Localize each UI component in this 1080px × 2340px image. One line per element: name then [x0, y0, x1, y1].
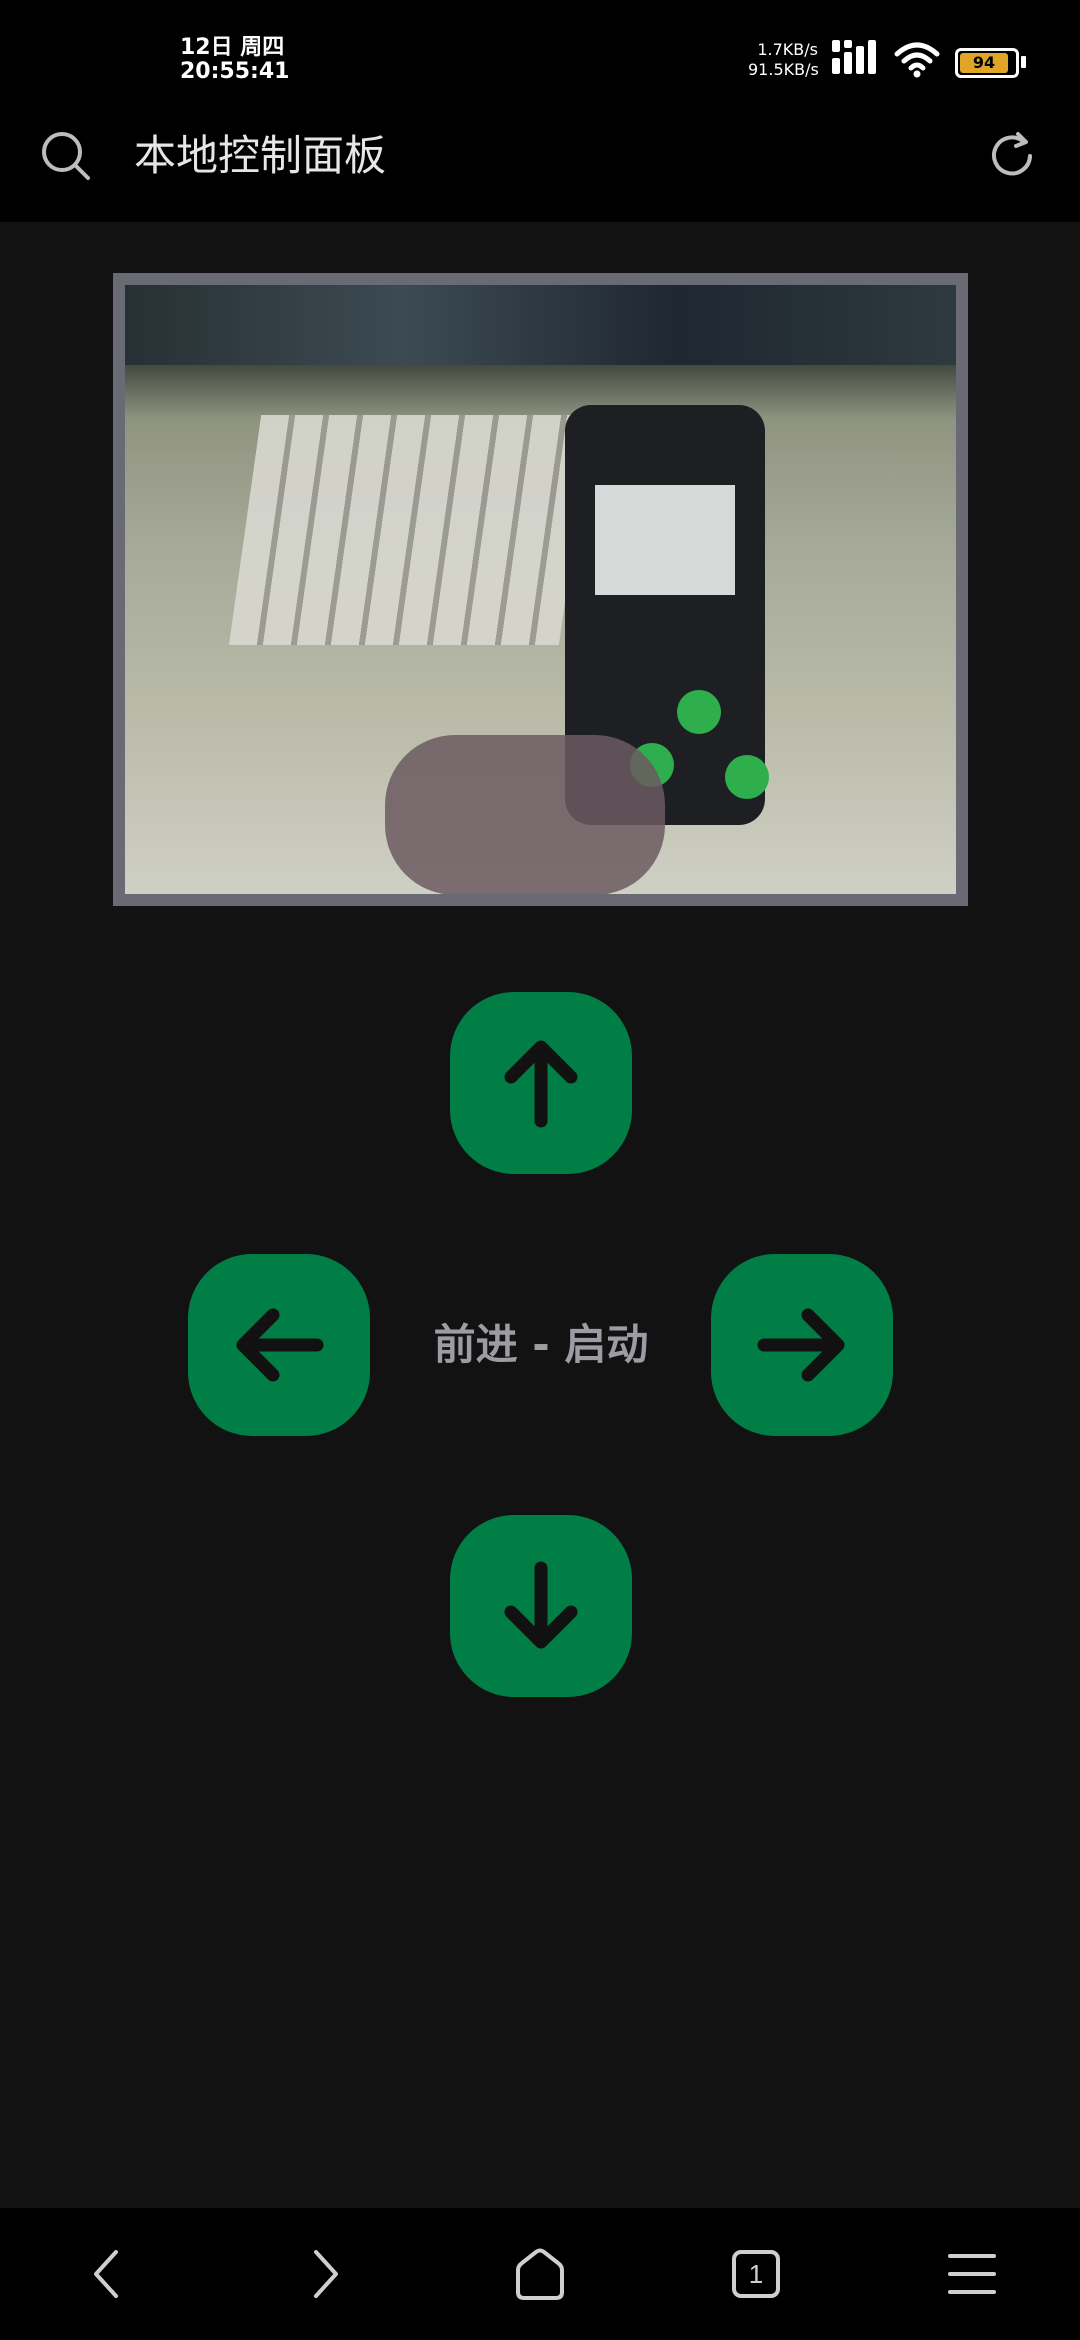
arrow-down-icon	[504, 1561, 578, 1649]
right-button[interactable]	[711, 1254, 893, 1436]
battery-level: 94	[960, 53, 1008, 73]
status-bar: 12日 周四 20:55:41 1.7KB/s 91.5KB/s 94	[0, 0, 1080, 120]
signal-icon	[832, 40, 876, 74]
up-button[interactable]	[450, 992, 632, 1174]
net-up: 1.7KB/s	[757, 40, 818, 59]
forward-icon[interactable]	[294, 2244, 354, 2304]
wifi-icon	[894, 42, 940, 78]
back-icon[interactable]	[78, 2244, 138, 2304]
status-date: 12日 周四	[180, 35, 285, 60]
arrow-left-icon	[236, 1308, 324, 1382]
network-speed: 1.7KB/s 91.5KB/s	[748, 40, 819, 80]
refresh-icon[interactable]	[984, 128, 1040, 184]
down-button[interactable]	[450, 1515, 632, 1697]
camera-stream	[113, 273, 968, 906]
net-down: 91.5KB/s	[748, 60, 819, 79]
left-button[interactable]	[188, 1254, 370, 1436]
tab-count: 1	[748, 2259, 764, 2289]
arrow-right-icon	[757, 1308, 845, 1382]
tabs-button[interactable]: 1	[726, 2244, 786, 2304]
page-title: 本地控制面板	[134, 131, 387, 180]
movement-status: 前进 - 启动	[433, 1320, 649, 1369]
search-icon[interactable]	[38, 128, 94, 184]
arrow-up-icon	[504, 1040, 578, 1128]
camera-image	[125, 285, 956, 894]
menu-icon[interactable]	[942, 2244, 1002, 2304]
battery-icon: 94	[955, 48, 1026, 78]
home-icon[interactable]	[510, 2244, 570, 2304]
status-time: 20:55:41	[180, 59, 290, 84]
